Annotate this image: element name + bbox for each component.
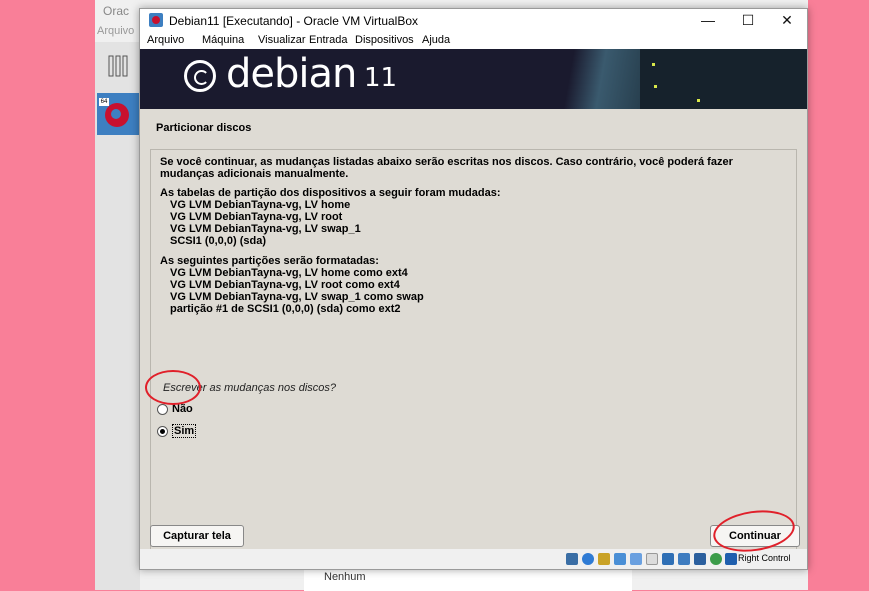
display-icon[interactable] [662, 553, 674, 565]
debian-logo-text: debian [226, 51, 357, 97]
close-button[interactable]: ✕ [767, 9, 807, 31]
format-item: VG LVM DebianTayna-vg, LV home como ext4 [170, 267, 408, 279]
debian-swirl-icon [184, 60, 216, 92]
recording-icon[interactable] [678, 553, 690, 565]
changed-item: SCSI1 (0,0,0) (sda) [170, 235, 266, 247]
banner-stripe [510, 49, 660, 109]
banner-dark-panel [640, 49, 807, 109]
manager-menu-arquivo[interactable]: Arquivo [97, 25, 134, 37]
optical-drive-icon[interactable] [582, 553, 594, 565]
debian-logo-icon [105, 103, 129, 127]
radio-option-sim[interactable]: Sim [157, 424, 197, 438]
format-item: VG LVM DebianTayna-vg, LV root como ext4 [170, 279, 400, 291]
section-title: Particionar discos [156, 122, 252, 134]
usb-icon[interactable] [630, 553, 642, 565]
banner-dot [652, 63, 655, 66]
format-item: VG LVM DebianTayna-vg, LV swap_1 como sw… [170, 291, 424, 303]
menu-entrada[interactable]: Entrada [309, 34, 348, 46]
menubar: Arquivo Máquina Visualizar Entrada Dispo… [140, 31, 807, 49]
changed-heading: As tabelas de partição dos dispositivos … [160, 187, 501, 199]
changed-item: VG LVM DebianTayna-vg, LV home [170, 199, 351, 211]
minimize-button[interactable]: — [688, 9, 728, 31]
format-item: partição #1 de SCSI1 (0,0,0) (sda) como … [170, 303, 401, 315]
format-heading: As seguintes partições serão formatadas: [160, 255, 379, 267]
host-key-label: Right Control [738, 553, 791, 563]
vm-debian11-tile[interactable]: 64 [97, 93, 139, 135]
audio-icon[interactable] [598, 553, 610, 565]
banner-dot [654, 85, 657, 88]
debian-version: 11 [364, 63, 398, 93]
cpu-icon[interactable] [694, 553, 706, 565]
maximize-button[interactable]: ☐ [728, 9, 768, 31]
changed-item: VG LVM DebianTayna-vg, LV swap_1 [170, 223, 361, 235]
mouse-integration-icon[interactable] [725, 553, 737, 565]
virtualbox-app-icon [149, 13, 163, 27]
menu-arquivo[interactable]: Arquivo [147, 34, 184, 46]
vm-statusbar: Right Control [140, 549, 807, 569]
capture-screen-button[interactable]: Capturar tela [150, 525, 244, 547]
radio-button[interactable] [157, 403, 168, 415]
changed-item: VG LVM DebianTayna-vg, LV root [170, 211, 343, 223]
guest-additions-icon[interactable] [710, 553, 722, 565]
window-titlebar[interactable]: Debian11 [Executando] - Oracle VM Virtua… [140, 9, 807, 31]
menu-maquina[interactable]: Máquina [202, 34, 244, 46]
intro-text: Se você continuar, as mudanças listadas … [160, 156, 733, 180]
manager-sidebar: 64 [95, 42, 140, 590]
installer-content-panel: Se você continuar, as mudanças listadas … [150, 149, 797, 551]
network-icon[interactable] [614, 553, 626, 565]
hard-disk-icon[interactable] [566, 553, 578, 565]
manager-title: Orac [103, 4, 130, 18]
guest-screen[interactable]: debian 11 Particionar discos Se você con… [140, 49, 807, 557]
debian-banner: debian 11 [140, 49, 807, 109]
manager-empty-label: Nenhum [324, 571, 366, 583]
annotation-circle-sim [145, 370, 201, 405]
radio-button-selected[interactable] [157, 425, 168, 437]
menu-ajuda[interactable]: Ajuda [422, 34, 450, 46]
radio-label: Sim [172, 424, 197, 438]
menu-dispositivos[interactable]: Dispositivos [355, 34, 414, 46]
installer-text: Se você continuar, as mudanças listadas … [160, 156, 790, 315]
vm-window: Debian11 [Executando] - Oracle VM Virtua… [139, 8, 808, 570]
64bit-badge-icon: 64 [99, 98, 109, 106]
tools-icon[interactable] [107, 54, 129, 80]
banner-dot [697, 99, 700, 102]
menu-visualizar[interactable]: Visualizar [258, 34, 306, 46]
shared-folders-icon[interactable] [646, 553, 658, 565]
window-title: Debian11 [Executando] - Oracle VM Virtua… [169, 14, 419, 28]
